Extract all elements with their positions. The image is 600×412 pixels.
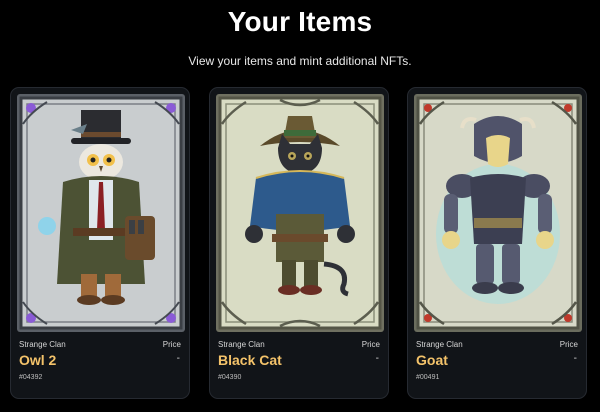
item-card-goat[interactable]: Strange Clan Price Goat - #00491: [407, 87, 587, 399]
owl-character-art: [17, 94, 185, 332]
item-name[interactable]: Black Cat: [218, 352, 282, 368]
item-clan: Strange Clan: [19, 340, 66, 349]
items-grid: Strange Clan Price Owl 2 - #04392 Strang…: [10, 87, 590, 399]
page-subtitle: View your items and mint additional NFTs…: [188, 54, 412, 68]
price-label: Price: [361, 340, 380, 349]
item-name[interactable]: Owl 2: [19, 352, 56, 368]
item-card-owl[interactable]: Strange Clan Price Owl 2 - #04392: [10, 87, 190, 399]
black-cat-character-art: [216, 94, 384, 332]
token-id: #00491: [416, 374, 440, 381]
price-label: Price: [559, 340, 578, 349]
price-label: Price: [162, 340, 181, 349]
price-value: -: [375, 353, 379, 364]
token-id: #04390: [218, 374, 242, 381]
item-clan: Strange Clan: [416, 340, 463, 349]
price-value: -: [176, 353, 180, 364]
item-name[interactable]: Goat: [416, 352, 448, 368]
item-card-black-cat[interactable]: Strange Clan Price Black Cat - #04390: [209, 87, 389, 399]
goat-knight-character-art: [414, 94, 582, 332]
token-id: #04392: [19, 374, 43, 381]
page-title: Your Items: [227, 6, 373, 37]
price-value: -: [573, 353, 577, 364]
item-clan: Strange Clan: [218, 340, 265, 349]
